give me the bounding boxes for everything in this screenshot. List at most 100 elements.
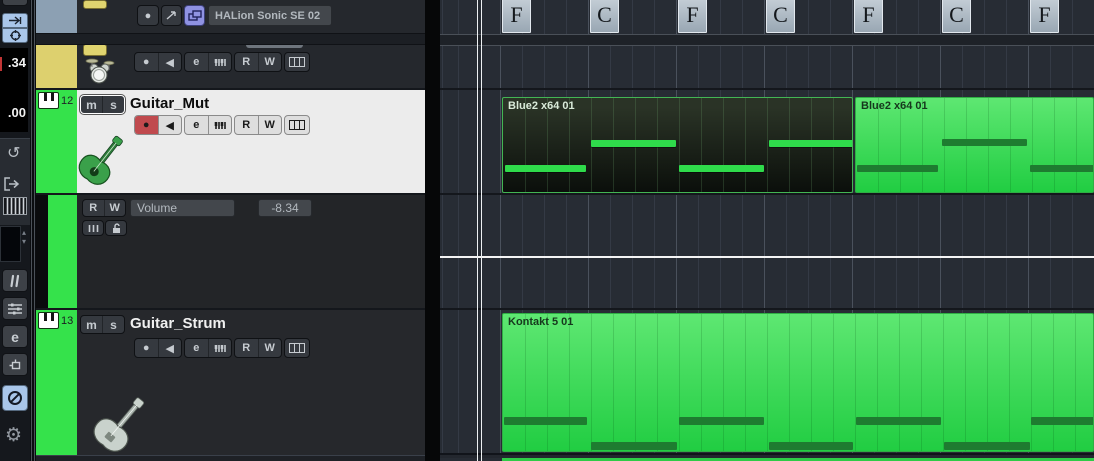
windows-overlap-icon [185,6,204,25]
guitar-icon-silver [84,393,154,455]
midi-editor-button[interactable] [207,339,232,357]
midi-editor-button[interactable] [207,53,232,71]
clip-grid-line [943,314,944,451]
track-name[interactable]: Guitar_Strum [130,315,226,332]
chord-event[interactable]: F [1030,0,1059,33]
keyboard-icon[interactable] [3,197,27,215]
record-enable-button[interactable]: ● [137,5,159,26]
record-enable-button-active[interactable]: ● [135,116,158,134]
track-row-drums[interactable]: ● ◀ e R W [36,45,425,88]
chord-event[interactable]: F [678,0,707,33]
write-automation-button[interactable]: W [103,200,126,216]
automation-curve[interactable] [440,256,1094,258]
playhead-line[interactable] [481,0,482,461]
edit-channel-button[interactable]: e [2,325,28,348]
edit-midi-group: e [184,338,232,358]
write-automation-button[interactable]: W [257,53,282,71]
track-row-guitar-strum[interactable]: 13 m s Guitar_Strum ● ◀ e R W [36,310,425,455]
monitor-button[interactable]: ◀ [157,53,182,71]
write-automation-button[interactable]: W [257,339,282,357]
rotate-cycle-icon[interactable]: ↺ [7,143,20,163]
divider-band [440,35,1094,45]
lock-button[interactable] [105,220,127,236]
monitor-button[interactable]: ◀ [157,116,182,134]
bypass-button-active[interactable] [2,385,28,411]
cubase-project-window: .34 .00 ↺ ▴ ▾ e ⚙ ● HALion Sonic SE 02 ●… [0,0,1094,461]
read-automation-button[interactable]: R [83,200,104,216]
mute-button[interactable]: m [81,316,102,333]
clip-grid-line [701,314,702,451]
autoscroll-button[interactable] [2,13,28,28]
midi-clip[interactable]: Blue2 x64 01 [855,97,1094,193]
slider-handle[interactable] [246,45,303,48]
window-layout-button[interactable] [2,353,28,376]
record-enable-button[interactable]: ● [135,339,158,357]
chord-event[interactable]: C [942,0,971,33]
track-color-strip[interactable] [36,45,77,88]
track-row-guitar-mut[interactable]: 12 m s Guitar_Mut ● ◀ e R W [36,90,425,194]
chord-event[interactable]: C [766,0,795,33]
clip-grid-line [922,98,923,192]
track-name[interactable]: Guitar_Mut [130,95,209,112]
lanes-button[interactable] [284,52,310,72]
midi-clip[interactable]: Blue2 x64 01 [502,97,853,193]
track-color-strip[interactable] [48,195,77,308]
track-color-strip[interactable] [36,0,77,33]
clip-grid-line [635,314,636,451]
read-automation-button[interactable]: R [235,116,258,134]
clip-grid-line [965,314,966,451]
clip-grid-line [723,98,724,192]
mute-button[interactable]: m [81,96,102,113]
mixer-button[interactable] [2,297,28,320]
clip-grid-line [569,314,570,451]
gear-icon[interactable]: ⚙ [5,424,22,447]
snap-button[interactable] [2,28,28,43]
edit-channel-button[interactable]: e [185,53,208,71]
midi-editor-button[interactable] [207,116,232,134]
ruler-line [440,45,1094,46]
read-automation-button[interactable]: R [235,53,258,71]
track-color-strip[interactable] [36,310,77,455]
timebase-button[interactable] [161,5,182,26]
solo-button[interactable]: s [102,316,124,333]
lanes-button[interactable] [284,338,310,358]
row-boundary [440,193,1094,195]
clip-grid-line [745,98,746,192]
automation-rw-group: R W [234,52,282,72]
clip-grid-line [745,314,746,451]
edit-channel-button[interactable]: e [185,339,208,357]
record-enable-button[interactable]: ● [135,53,158,71]
clip-grid-line [525,98,526,192]
toolbar-partial-button[interactable] [2,0,28,6]
output-instrument-label: HALion Sonic SE 02 [215,9,321,22]
solo-button[interactable]: s [102,96,124,113]
scroll-arrows[interactable]: ▴ ▾ [22,228,26,246]
chord-event[interactable]: C [590,0,619,33]
midi-clip[interactable]: Kontakt 5 01 [502,313,1094,452]
write-automation-button[interactable]: W [257,116,282,134]
output-instrument-field[interactable]: HALion Sonic SE 02 [208,5,332,26]
read-automation-button[interactable]: R [235,339,258,357]
event-display[interactable]: F C F C F C F Blue2 x64 01 Blue2 x64 01 Kontakt … [440,0,1094,461]
midi-note [942,139,1027,146]
automation-rw-group: R W [234,115,282,135]
part-chip [83,0,107,9]
midi-note [857,165,938,172]
output-routing-icon[interactable] [4,177,22,191]
automation-value-field[interactable]: -8.34 [258,199,312,217]
monitor-button[interactable]: ◀ [157,339,182,357]
automation-parameter-select[interactable]: Volume [130,199,235,217]
playhead-line[interactable] [477,0,478,461]
clip-grid-line [723,314,724,451]
warp-tool-button[interactable] [2,269,28,292]
automation-lane-row[interactable]: R W Volume -8.34 [36,195,425,308]
edit-channel-button[interactable]: e [185,116,208,134]
arrow-right-icon [8,16,22,25]
chord-event[interactable]: F [854,0,883,33]
lanes-button[interactable] [284,115,310,135]
track-row-halion[interactable]: ● HALion Sonic SE 02 [36,0,425,33]
row-boundary [440,308,1094,310]
lane-display-button[interactable] [82,220,104,236]
open-device-button[interactable] [184,5,205,26]
chord-event[interactable]: F [502,0,531,33]
